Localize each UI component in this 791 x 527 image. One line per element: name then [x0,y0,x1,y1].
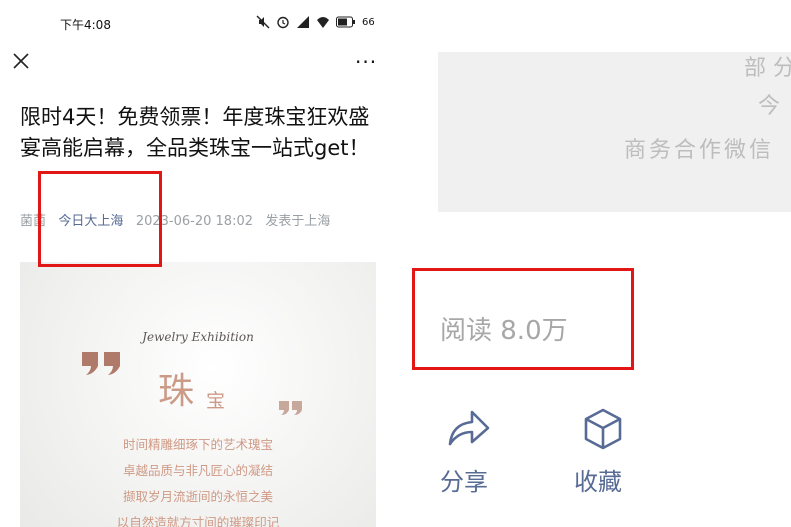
mute-icon [256,15,270,29]
cube-favorite-icon [584,408,622,450]
quote-close-icon [279,401,302,415]
status-bar: 下午4:08 66 [0,0,400,48]
hero-line: 撷取岁月流逝间的永恒之美 [122,489,273,504]
share-icon [448,410,490,446]
battery-percent: 66 [362,16,375,28]
contact-banner: 部 分 今 商务合作微信 [438,52,791,212]
wifi-icon [317,17,329,28]
share-button[interactable] [444,404,494,454]
hero-small-char: 宝 [206,390,226,412]
banner-text: 今 [758,94,781,119]
hero-line: 时间精雕细琢下的艺术瑰宝 [122,437,273,452]
banner-text: 部 分 [744,56,791,81]
status-icons: 66 [256,12,375,32]
close-icon [13,53,29,69]
share-label[interactable]: 分享 [440,462,488,497]
status-time: 下午4:08 [60,18,111,32]
publish-location: 发表于上海 [265,214,331,229]
close-button[interactable] [10,50,32,72]
favorite-button[interactable] [580,406,626,452]
article-title: 限时4天！免费领票！年度珠宝狂欢盛宴高能启幕，全品类珠宝一站式get！ [20,105,370,160]
quote-open-icon [82,352,120,375]
left-screen: 下午4:08 66 ··· 限时4天！免费领票！年度珠宝狂欢盛宴高能启幕，全品类… [0,0,400,527]
hero-image: Jewelry Exhibition 珠 宝 时间精雕细琢下的艺术瑰宝 卓越品质… [20,262,376,527]
more-options-button[interactable]: ··· [355,50,377,74]
annotation-box-account [38,171,162,267]
hero-line: 以自然造就方寸间的璀璨印记 [116,515,280,527]
hero-subtitle: Jewelry Exhibition [142,330,254,344]
signal-icon [297,16,309,28]
favorite-label[interactable]: 收藏 [574,462,622,497]
battery-icon [336,16,355,28]
right-screen: 部 分 今 商务合作微信 阅读 8.0万 分享 收藏 [400,0,791,527]
annotation-box-read-count [412,268,634,370]
hero-big-char: 珠 [158,371,195,412]
hero-line: 卓越品质与非凡匠心的凝结 [122,463,273,478]
banner-text: 商务合作微信 [624,138,775,163]
alarm-icon [277,16,289,29]
